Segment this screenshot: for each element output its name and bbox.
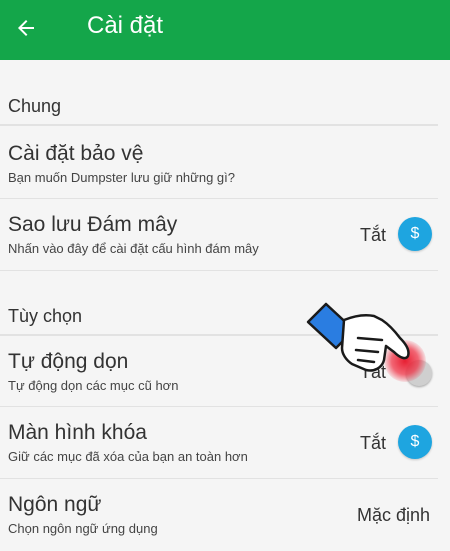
row-subtitle: Nhấn vào đây để cài đặt cấu hình đám mây <box>8 241 259 256</box>
row-subtitle: Bạn muốn Dumpster lưu giữ những gì? <box>8 170 236 185</box>
arrow-left-icon <box>18 20 34 36</box>
row-subtitle: Chọn ngôn ngữ ứng dụng <box>8 521 158 536</box>
row-value: Tắt <box>359 433 386 453</box>
row-title: Ngôn ngữ <box>8 493 102 516</box>
row-subtitle: Tự động dọn các mục cũ hơn <box>8 378 179 393</box>
row-cloud-backup[interactable]: Sao lưu Đám mây Nhấn vào đây để cài đặt … <box>0 199 450 271</box>
premium-dollar-icon[interactable]: $ <box>398 217 432 251</box>
divider <box>0 270 438 271</box>
row-title: Cài đặt bảo vệ <box>8 142 144 165</box>
row-title: Tự động dọn <box>8 350 129 373</box>
app-bar: Cài đặt <box>0 0 450 60</box>
row-protection-settings[interactable]: Cài đặt bảo vệ Bạn muốn Dumpster lưu giữ… <box>0 128 450 200</box>
row-lock-screen[interactable]: Màn hình khóa Giữ các mục đã xóa của bạn… <box>0 407 450 479</box>
premium-dollar-icon[interactable]: $ <box>398 425 432 459</box>
page-title: Cài đặt <box>87 12 164 39</box>
section-header-options: Tùy chọn <box>8 306 83 326</box>
row-title: Màn hình khóa <box>8 421 147 444</box>
row-language[interactable]: Ngôn ngữ Chọn ngôn ngữ ứng dụng Mặc định <box>0 479 450 551</box>
row-title: Sao lưu Đám mây <box>8 213 178 236</box>
row-value: Mặc định <box>356 505 430 525</box>
pointing-hand-icon <box>306 302 410 372</box>
row-subtitle: Giữ các mục đã xóa của bạn an toàn hơn <box>8 449 248 464</box>
row-value: Tắt <box>359 225 386 245</box>
section-header-general: Chung <box>8 96 62 116</box>
divider <box>0 124 438 126</box>
back-button[interactable] <box>6 8 46 48</box>
